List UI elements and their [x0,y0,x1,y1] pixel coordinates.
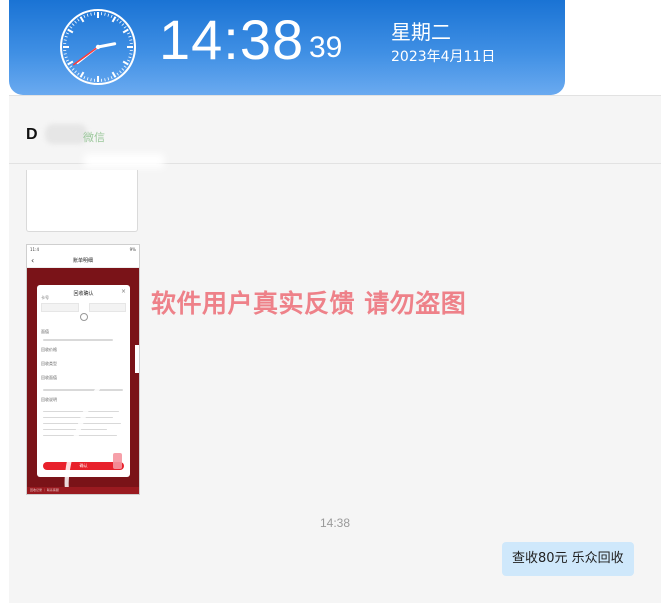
clock-tick [129,39,133,41]
header-blur-patch [84,154,164,168]
app-window: 14:38 39 星期二 2023年4月11日 D 微信 11:4 9% ‹ 账… [0,0,661,603]
clock-time: 14:38 [159,8,305,71]
clock-tick [90,78,92,82]
shot-field-right [89,303,126,312]
clock-tick [83,76,86,80]
clock-tick [79,71,85,78]
clock-tick [79,16,85,23]
second-hand [72,46,99,66]
clock-tick [111,16,117,23]
chat-panel: D 微信 11:4 9% ‹ 账单明细 回收确认 × 卡号 面值 回收价格 回收… [9,95,661,603]
clock-tick [67,60,74,66]
shot-field-left [41,303,79,312]
clock-tick [65,32,69,35]
shot-row-1: 面值 [41,329,49,334]
clock-tick [123,26,127,29]
clock-tick [74,70,77,74]
message-card-partial[interactable] [26,170,138,232]
clock-tick [77,18,80,22]
clock-tick [104,78,106,82]
clock-weekday: 星期二 [391,20,451,44]
clock-tick [71,68,75,71]
clock-tick [127,32,131,35]
clock-tick [69,65,73,68]
clock-tick [107,77,110,81]
clock-tick [122,28,129,34]
shot-pink-mark [113,453,122,469]
shot-dialog-title: 回收确认 [73,291,94,297]
screenshot-message-image[interactable]: 11:4 9% ‹ 账单明细 回收确认 × 卡号 面值 回收价格 回收类型 回收… [26,244,140,495]
clock-tick [110,14,113,18]
shot-swap-icon [80,313,88,321]
shot-divider [43,339,113,341]
shot-row-5: 回收说明 [41,397,57,402]
message-timestamp: 14:38 [319,516,351,530]
shot-row-3: 回收类型 [41,361,57,366]
clock-tick [90,12,92,16]
clock-tick [77,72,80,76]
shot-bottom-note: 回收记录 ｜ 联系客服 [27,487,139,494]
clock-tick [64,35,68,38]
clock-tick [123,65,127,68]
contact-name-blur [45,124,87,144]
clock-tick [110,76,113,80]
close-icon: × [120,288,126,295]
clock-date: 2023年4月11日 [391,49,496,65]
clock-tick [64,56,68,59]
clock-tick [104,12,106,16]
clock-tick [86,13,89,17]
clock-tick [127,59,131,62]
clock-tick [63,39,67,41]
clock-tick [65,59,69,62]
clock-tick [128,56,132,59]
watermark-text: 软件用户真实反馈 请勿盗图 [151,289,467,318]
clock-tick [116,18,119,22]
shot-row-2: 回收价格 [41,347,57,352]
clock-tick [122,60,129,66]
shot-row-4: 回收面值 [41,375,57,380]
clock-tick [111,71,117,78]
clock-tick [121,68,125,71]
clock-tick [119,70,122,74]
hour-hand [96,42,117,49]
clock-tick [71,23,75,26]
contact-name[interactable]: D [26,126,38,144]
chat-header: D 微信 [9,96,661,168]
outgoing-message-bubble[interactable]: 查收80元 乐众回收 [502,542,634,576]
shot-row-0: 卡号 [41,295,49,300]
analog-clock-icon [60,9,136,85]
clock-tick [86,77,89,81]
clock-tick [63,53,67,55]
shot-status-bar: 11:4 9% [27,245,139,254]
clock-tick [128,35,132,38]
contact-wechat-tag: 微信 [83,131,105,144]
clock-tick [129,53,133,55]
clock-tick [83,14,86,18]
shot-nav-bar: ‹ 账单明细 [27,254,139,268]
shot-page-title: 账单明细 [72,258,93,264]
clock-tick [116,72,119,76]
clock-tick [74,20,77,24]
clock-seconds: 39 [309,31,343,64]
clock-tick [107,13,110,17]
clock-banner: 14:38 39 星期二 2023年4月11日 [9,0,565,95]
shot-side-tab [135,345,139,373]
clock-tick [121,23,125,26]
clock-tick [67,28,74,34]
clock-tick [119,20,122,24]
clock-tick [69,26,73,29]
